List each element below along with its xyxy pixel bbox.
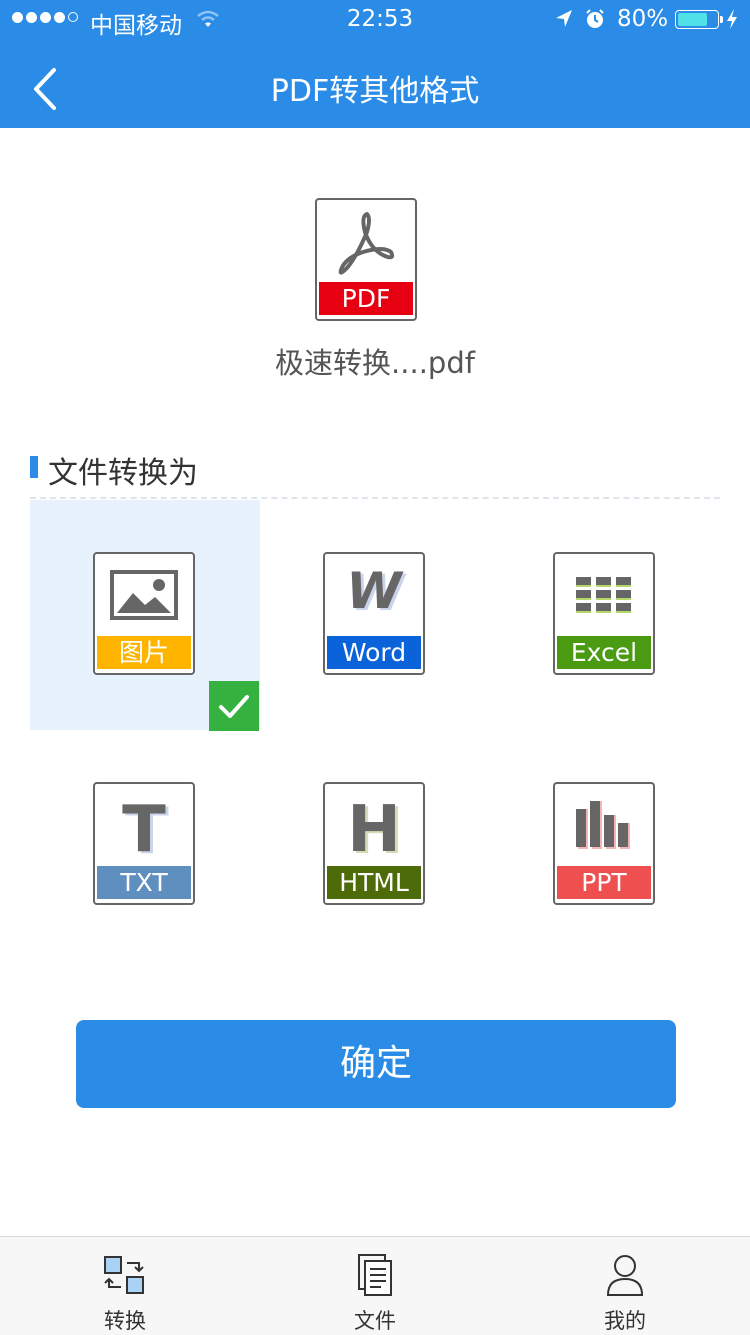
file-icon <box>358 1254 392 1296</box>
tab-me[interactable]: 我的 <box>500 1237 750 1335</box>
format-option-html[interactable]: H H HTML <box>260 730 490 960</box>
image-icon <box>95 554 193 636</box>
format-label: Excel <box>557 636 651 669</box>
user-icon <box>606 1255 644 1296</box>
section-title: 文件转换为 <box>48 456 198 491</box>
alarm-icon <box>586 9 604 28</box>
location-arrow-icon <box>556 10 572 27</box>
format-label: Word <box>327 636 421 669</box>
confirm-button[interactable]: 确定 <box>76 1020 676 1108</box>
format-option-ppt[interactable]: PPT <box>490 730 720 960</box>
pdf-acrobat-icon <box>317 200 415 282</box>
svg-text:W: W <box>346 565 404 620</box>
format-label: PPT <box>557 866 651 899</box>
status-bar: 中国移动 22:53 80% <box>0 0 750 40</box>
txt-format-icon: T T TXT <box>93 782 195 905</box>
ppt-icon <box>555 784 653 866</box>
convert-icon <box>104 1256 144 1294</box>
format-option-excel[interactable]: Excel <box>490 500 720 730</box>
battery-icon <box>675 10 723 29</box>
format-label: 图片 <box>97 636 191 669</box>
selected-check-icon <box>209 681 259 731</box>
battery-percent: 80% <box>617 6 669 32</box>
svg-text:T: T <box>122 793 166 860</box>
source-file-name: 极速转换....pdf <box>275 346 475 380</box>
page-title: PDF转其他格式 <box>270 74 480 109</box>
html-icon: H H <box>325 784 423 866</box>
svg-text:H: H <box>347 793 401 860</box>
format-option-txt[interactable]: T T TXT <box>30 730 260 960</box>
pdf-file-icon: PDF <box>315 198 417 321</box>
bottom-tab-bar: 转换 文件 我的 <box>0 1236 750 1335</box>
image-format-icon: 图片 <box>93 552 195 675</box>
ppt-format-icon: PPT <box>553 782 655 905</box>
section-accent-bar <box>30 456 38 478</box>
word-format-icon: W W Word <box>323 552 425 675</box>
tab-convert[interactable]: 转换 <box>0 1237 250 1335</box>
pdf-type-label: PDF <box>319 282 413 315</box>
excel-icon <box>555 554 653 636</box>
top-bar: 中国移动 22:53 80% PDF转其他格式 <box>0 0 750 128</box>
section-divider <box>30 497 720 499</box>
word-icon: W W <box>325 554 423 636</box>
tab-label: 文件 <box>354 1309 396 1333</box>
tab-label: 我的 <box>604 1309 646 1333</box>
html-format-icon: H H HTML <box>323 782 425 905</box>
txt-icon: T T <box>95 784 193 866</box>
format-label: TXT <box>97 866 191 899</box>
excel-format-icon: Excel <box>553 552 655 675</box>
format-option-image[interactable]: 图片 <box>30 500 260 731</box>
format-option-word[interactable]: W W Word <box>260 500 490 730</box>
charging-bolt-icon <box>727 9 737 29</box>
tab-label: 转换 <box>104 1309 146 1333</box>
tab-files[interactable]: 文件 <box>250 1237 500 1335</box>
format-label: HTML <box>327 866 421 899</box>
